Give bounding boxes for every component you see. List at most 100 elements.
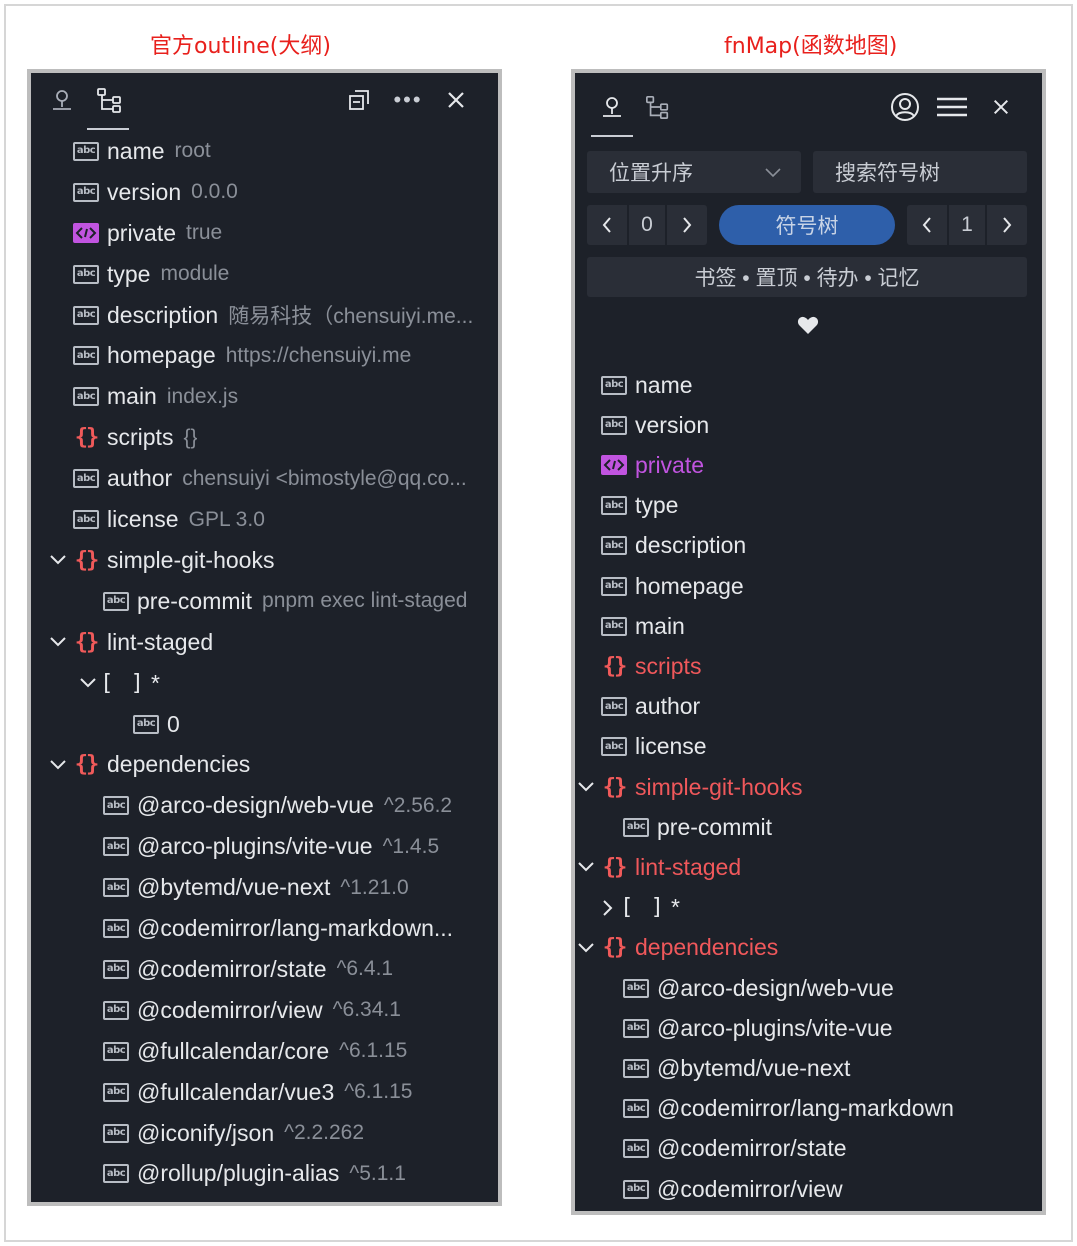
chevron-down-icon[interactable] [575,937,597,959]
tree-item[interactable]: {} dependencies [575,928,1042,968]
tree-item[interactable]: {} simple-git-hooks [575,767,1042,807]
tree-item-name: @fullcalendar/core [137,1037,330,1064]
string-icon: abc [73,510,99,530]
tree-item[interactable]: abc type [575,486,1042,526]
tree-item[interactable]: abc license GPL 3.0 [31,499,498,540]
tree-item-name: dependencies [107,751,251,778]
prev-arrow-icon[interactable] [587,205,627,245]
collapse-all-icon[interactable] [345,87,373,113]
chevron-down-icon[interactable] [47,631,69,653]
more-icon[interactable]: ••• [393,87,423,113]
tree-item[interactable]: abc @arco-design/web-vue [575,968,1042,1008]
tree-item-name: * [671,894,680,921]
outline-caption: 官方outline(大纲) [150,34,331,59]
tree-item[interactable]: abc @codemirror/state [575,1129,1042,1169]
tree-item[interactable]: {} lint-staged [575,847,1042,887]
string-icon: abc [601,616,627,636]
bookmark-bar[interactable]: 书签 • 置顶 • 待办 • 记忆 [587,257,1027,297]
tree-tab-icon[interactable] [643,93,673,121]
close-icon[interactable] [989,95,1013,119]
tree-item-value: index.js [166,384,239,408]
tree-item-name: @arco-plugins/vite-vue [137,833,373,860]
tree-item-name: @bytemd/vue-next [137,874,331,901]
tree-item[interactable]: abc description [575,526,1042,566]
tree-item[interactable]: abc name root [31,131,498,172]
tree-item[interactable]: abc @codemirror/view ^6.34.1 [31,990,498,1031]
chevron-down-icon[interactable] [47,549,69,571]
user-icon[interactable] [889,91,921,123]
tree-item[interactable]: abc main [575,606,1042,646]
tree-item[interactable]: abc @arco-plugins/vite-vue [575,1008,1042,1048]
tree-item[interactable]: abc version [575,405,1042,445]
string-icon: abc [103,837,129,857]
tree-item[interactable]: abc author chensuiyi <bimostyle@qq.co... [31,458,498,499]
tree-item[interactable]: abc version 0.0.0 [31,172,498,213]
tree-item-name: main [107,383,157,410]
tree-item[interactable]: abc description 随易科技（chensuiyi.me... [31,295,498,336]
tree-item-name: author [635,693,701,720]
tree-item[interactable]: {} scripts {} [31,417,498,458]
chevron-down-icon[interactable] [575,776,597,798]
tree-item[interactable]: abc homepage [575,566,1042,606]
tree-item[interactable]: abc @arco-plugins/vite-vue ^1.4.5 [31,826,498,867]
tree-item[interactable]: abc license [575,727,1042,767]
tree-item-name: description [107,301,219,328]
tree-item[interactable]: {} lint-staged [31,622,498,663]
tree-item[interactable]: private true [31,213,498,254]
tree-item[interactable]: {} dependencies [31,745,498,786]
tree-item[interactable]: abc @bytemd/vue-next ^1.21.0 [31,867,498,908]
outline-tab-icon[interactable] [49,87,75,113]
tree-item-name: @codemirror/view [657,1175,843,1202]
tree-item[interactable]: abc @bytemd/vue-next [575,1048,1042,1088]
prev-arrow-icon[interactable] [907,205,947,245]
fnmap-caption: fnMap(函数地图) [724,34,898,59]
tree-item-value: module [160,262,230,286]
tree-tab-icon[interactable] [95,85,125,115]
tree-item-name: author [107,465,173,492]
outline-tab-icon[interactable] [599,93,625,121]
tree-item[interactable]: private [575,445,1042,485]
tree-item[interactable]: abc @fullcalendar/core ^6.1.15 [31,1031,498,1072]
string-icon: abc [103,1082,129,1102]
tree-item[interactable]: {} simple-git-hooks [31,540,498,581]
string-icon: abc [73,264,99,284]
string-icon: abc [103,878,129,898]
tree-item[interactable]: abc @fullcalendar/vue3 ^6.1.15 [31,1072,498,1113]
tree-item[interactable]: abc @codemirror/lang-markdown... [31,908,498,949]
tree-item[interactable]: abc @codemirror/view [575,1169,1042,1209]
chevron-down-icon[interactable] [77,672,99,694]
tree-item-name: @codemirror/state [137,955,327,982]
chevron-down-icon[interactable] [47,754,69,776]
tree-item[interactable]: abc @iconify/json ^2.2.262 [31,1113,498,1154]
tree-item[interactable]: abc @codemirror/lang-markdown [575,1089,1042,1129]
string-icon: abc [601,415,627,435]
tree-item[interactable]: abc @arco-design/web-vue ^2.56.2 [31,785,498,826]
tree-item[interactable]: abc pre-commit pnpm exec lint-staged [31,581,498,622]
next-arrow-icon[interactable] [667,205,707,245]
close-icon[interactable] [443,87,469,113]
tree-item[interactable]: abc author [575,687,1042,727]
tree-item[interactable]: abc @rollup/plugin-alias ^5.1.1 [31,1154,498,1195]
tree-item[interactable]: abc homepage https://chensuiyi.me [31,336,498,377]
string-icon: abc [623,817,649,837]
string-icon: abc [103,1041,129,1061]
tree-item[interactable]: abc @codemirror/state ^6.4.1 [31,949,498,990]
tree-item[interactable]: abc type module [31,254,498,295]
tree-item-name: lint-staged [107,628,214,655]
sort-select[interactable]: 位置升序 [587,151,801,193]
chevron-right-icon[interactable] [597,897,619,919]
tree-item[interactable]: [ ] * [575,888,1042,928]
tree-item[interactable]: abc main index.js [31,376,498,417]
heart-icon[interactable] [796,313,820,337]
menu-icon[interactable] [935,93,969,121]
tree-item[interactable]: abc 0 [31,704,498,745]
tree-item[interactable]: {} scripts [575,646,1042,686]
tab-underline [87,128,129,130]
tree-item[interactable]: abc name [575,365,1042,405]
symbol-search-input[interactable]: 搜索符号树 [813,151,1027,193]
tree-item[interactable]: [ ] * [31,663,498,704]
chevron-down-icon[interactable] [575,856,597,878]
tree-item[interactable]: abc pre-commit [575,807,1042,847]
symbol-tree-button[interactable]: 符号树 [719,205,895,245]
next-arrow-icon[interactable] [987,205,1027,245]
